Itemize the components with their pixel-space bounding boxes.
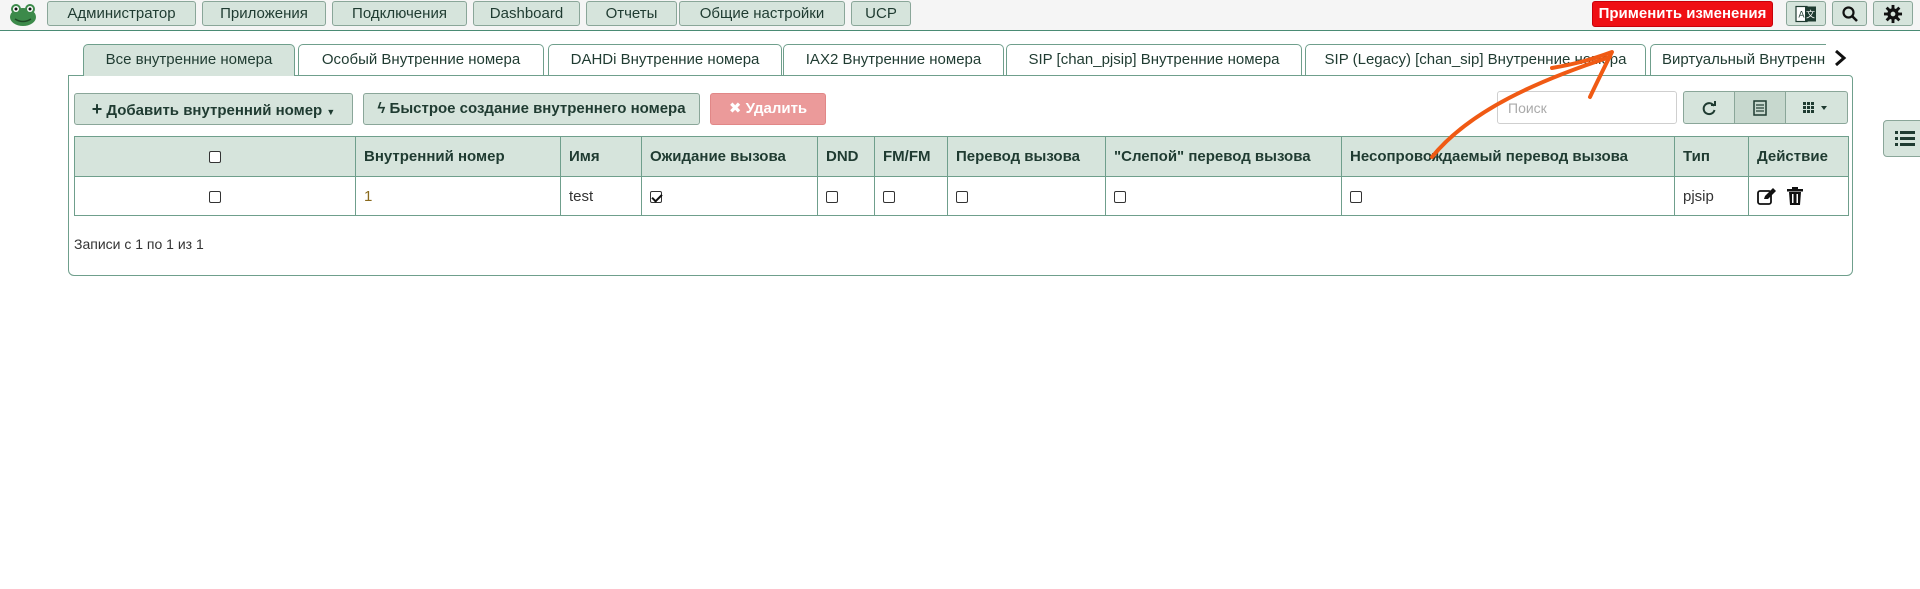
actions-cell	[1748, 176, 1849, 216]
columns-button[interactable]	[1785, 91, 1848, 124]
row-select-checkbox[interactable]	[209, 190, 221, 203]
quick-create-label: Быстрое создание внутреннего номера	[389, 100, 686, 117]
bolt-icon: ϟ	[377, 100, 386, 117]
col-actions: Действие	[1748, 136, 1849, 177]
row-select-cell	[74, 176, 356, 216]
col-dnd[interactable]: DND	[817, 136, 875, 177]
language-button[interactable]: A 文	[1786, 1, 1826, 26]
col-type[interactable]: Тип	[1674, 136, 1749, 177]
fmfm-cell	[874, 176, 948, 216]
table-header-row: Внутренний номер Имя Ожидание вызова DND…	[74, 136, 1849, 177]
tab-virtual-extensions[interactable]: Виртуальный Внутренние номера	[1650, 44, 1826, 75]
settings-button[interactable]	[1873, 1, 1913, 26]
menu-settings[interactable]: Общие настройки	[679, 1, 845, 26]
menu-dashboard[interactable]: Dashboard	[473, 1, 580, 26]
refresh-icon	[1702, 100, 1716, 115]
table-row: 1 test pjsip	[74, 176, 1849, 216]
dnd-cell	[817, 176, 875, 216]
plus-icon: +	[91, 99, 103, 119]
col-name[interactable]: Имя	[560, 136, 642, 177]
extension-link[interactable]: 1	[364, 188, 372, 205]
menu-applications[interactable]: Приложения	[202, 1, 326, 26]
language-icon: A 文	[1795, 5, 1816, 22]
call-waiting-cell	[641, 176, 818, 216]
extensions-table: Внутренний номер Имя Ожидание вызова DND…	[74, 136, 1849, 216]
extension-cell: 1	[355, 176, 561, 216]
columns-grid-icon	[1802, 101, 1827, 113]
toggle-view-button[interactable]	[1734, 91, 1786, 124]
call-waiting-checkbox[interactable]	[650, 190, 662, 203]
tab-chan-sip-extensions[interactable]: SIP (Legacy) [chan_sip] Внутренние номер…	[1305, 44, 1646, 75]
menu-ucp[interactable]: UCP	[851, 1, 911, 26]
trash-icon[interactable]	[1787, 187, 1804, 206]
apply-config-button[interactable]: Применить изменения	[1592, 1, 1773, 27]
tabs-scroll-right-icon[interactable]	[1833, 50, 1847, 66]
col-fmfm[interactable]: FM/FM	[874, 136, 948, 177]
refresh-button[interactable]	[1683, 91, 1735, 124]
fmfm-checkbox[interactable]	[883, 190, 895, 203]
extension-tabs: Все внутренние номера Особый Внутренние …	[0, 40, 1826, 76]
add-extension-label: Добавить внутренний номер	[106, 102, 323, 119]
tab-iax2-extensions[interactable]: IAX2 Внутренние номера	[783, 44, 1004, 75]
edit-icon[interactable]	[1757, 187, 1777, 205]
quick-create-extension-button[interactable]: ϟ Быстрое создание внутреннего номера	[363, 93, 700, 125]
svg-text:文: 文	[1806, 8, 1815, 20]
menu-connectivity[interactable]: Подключения	[332, 1, 467, 26]
tab-all-extensions[interactable]: Все внутренние номера	[83, 44, 295, 76]
frog-logo-icon[interactable]	[8, 3, 38, 27]
tab-pjsip-extensions[interactable]: SIP [chan_pjsip] Внутренние номера	[1006, 44, 1302, 75]
search-icon	[1841, 5, 1858, 22]
name-cell: test	[560, 176, 642, 216]
top-navbar: Администратор Приложения Подключения Das…	[0, 0, 1920, 31]
close-icon: ✖	[728, 100, 742, 117]
records-info: Записи с 1 по 1 из 1	[74, 236, 204, 252]
delete-label: Удалить	[745, 100, 808, 117]
search-button[interactable]	[1832, 1, 1867, 26]
blind-transfer-checkbox[interactable]	[1114, 190, 1126, 203]
call-transfer-checkbox[interactable]	[956, 190, 968, 203]
col-extension[interactable]: Внутренний номер	[355, 136, 561, 177]
tab-custom-extensions[interactable]: Особый Внутренние номера	[298, 44, 544, 75]
blind-transfer-cell	[1105, 176, 1342, 216]
call-transfer-cell	[947, 176, 1106, 216]
tab-dahdi-extensions[interactable]: DAHDi Внутренние номера	[548, 44, 782, 75]
menu-reports[interactable]: Отчеты	[586, 1, 677, 26]
side-menu-toggle[interactable]	[1883, 120, 1920, 157]
search-input[interactable]	[1497, 91, 1677, 124]
gear-icon	[1883, 4, 1903, 23]
svg-text:A: A	[1798, 10, 1805, 20]
type-cell: pjsip	[1674, 176, 1749, 216]
select-all-cell	[74, 136, 356, 177]
list-view-icon	[1753, 99, 1767, 116]
col-call-waiting[interactable]: Ожидание вызова	[641, 136, 818, 177]
col-attended-transfer[interactable]: Несопровождаемый перевод вызова	[1341, 136, 1675, 177]
list-icon	[1895, 131, 1915, 146]
menu-admin[interactable]: Администратор	[47, 1, 196, 26]
attended-transfer-cell	[1341, 176, 1675, 216]
attended-transfer-checkbox[interactable]	[1350, 190, 1362, 203]
add-extension-button[interactable]: + Добавить внутренний номер ▼	[74, 93, 353, 125]
dnd-checkbox[interactable]	[826, 190, 838, 203]
col-blind-transfer[interactable]: "Слепой" перевод вызова	[1105, 136, 1342, 177]
select-all-checkbox[interactable]	[209, 151, 221, 164]
col-call-transfer[interactable]: Перевод вызова	[947, 136, 1106, 177]
caret-down-icon: ▼	[326, 107, 336, 117]
delete-button[interactable]: ✖ Удалить	[710, 93, 826, 125]
